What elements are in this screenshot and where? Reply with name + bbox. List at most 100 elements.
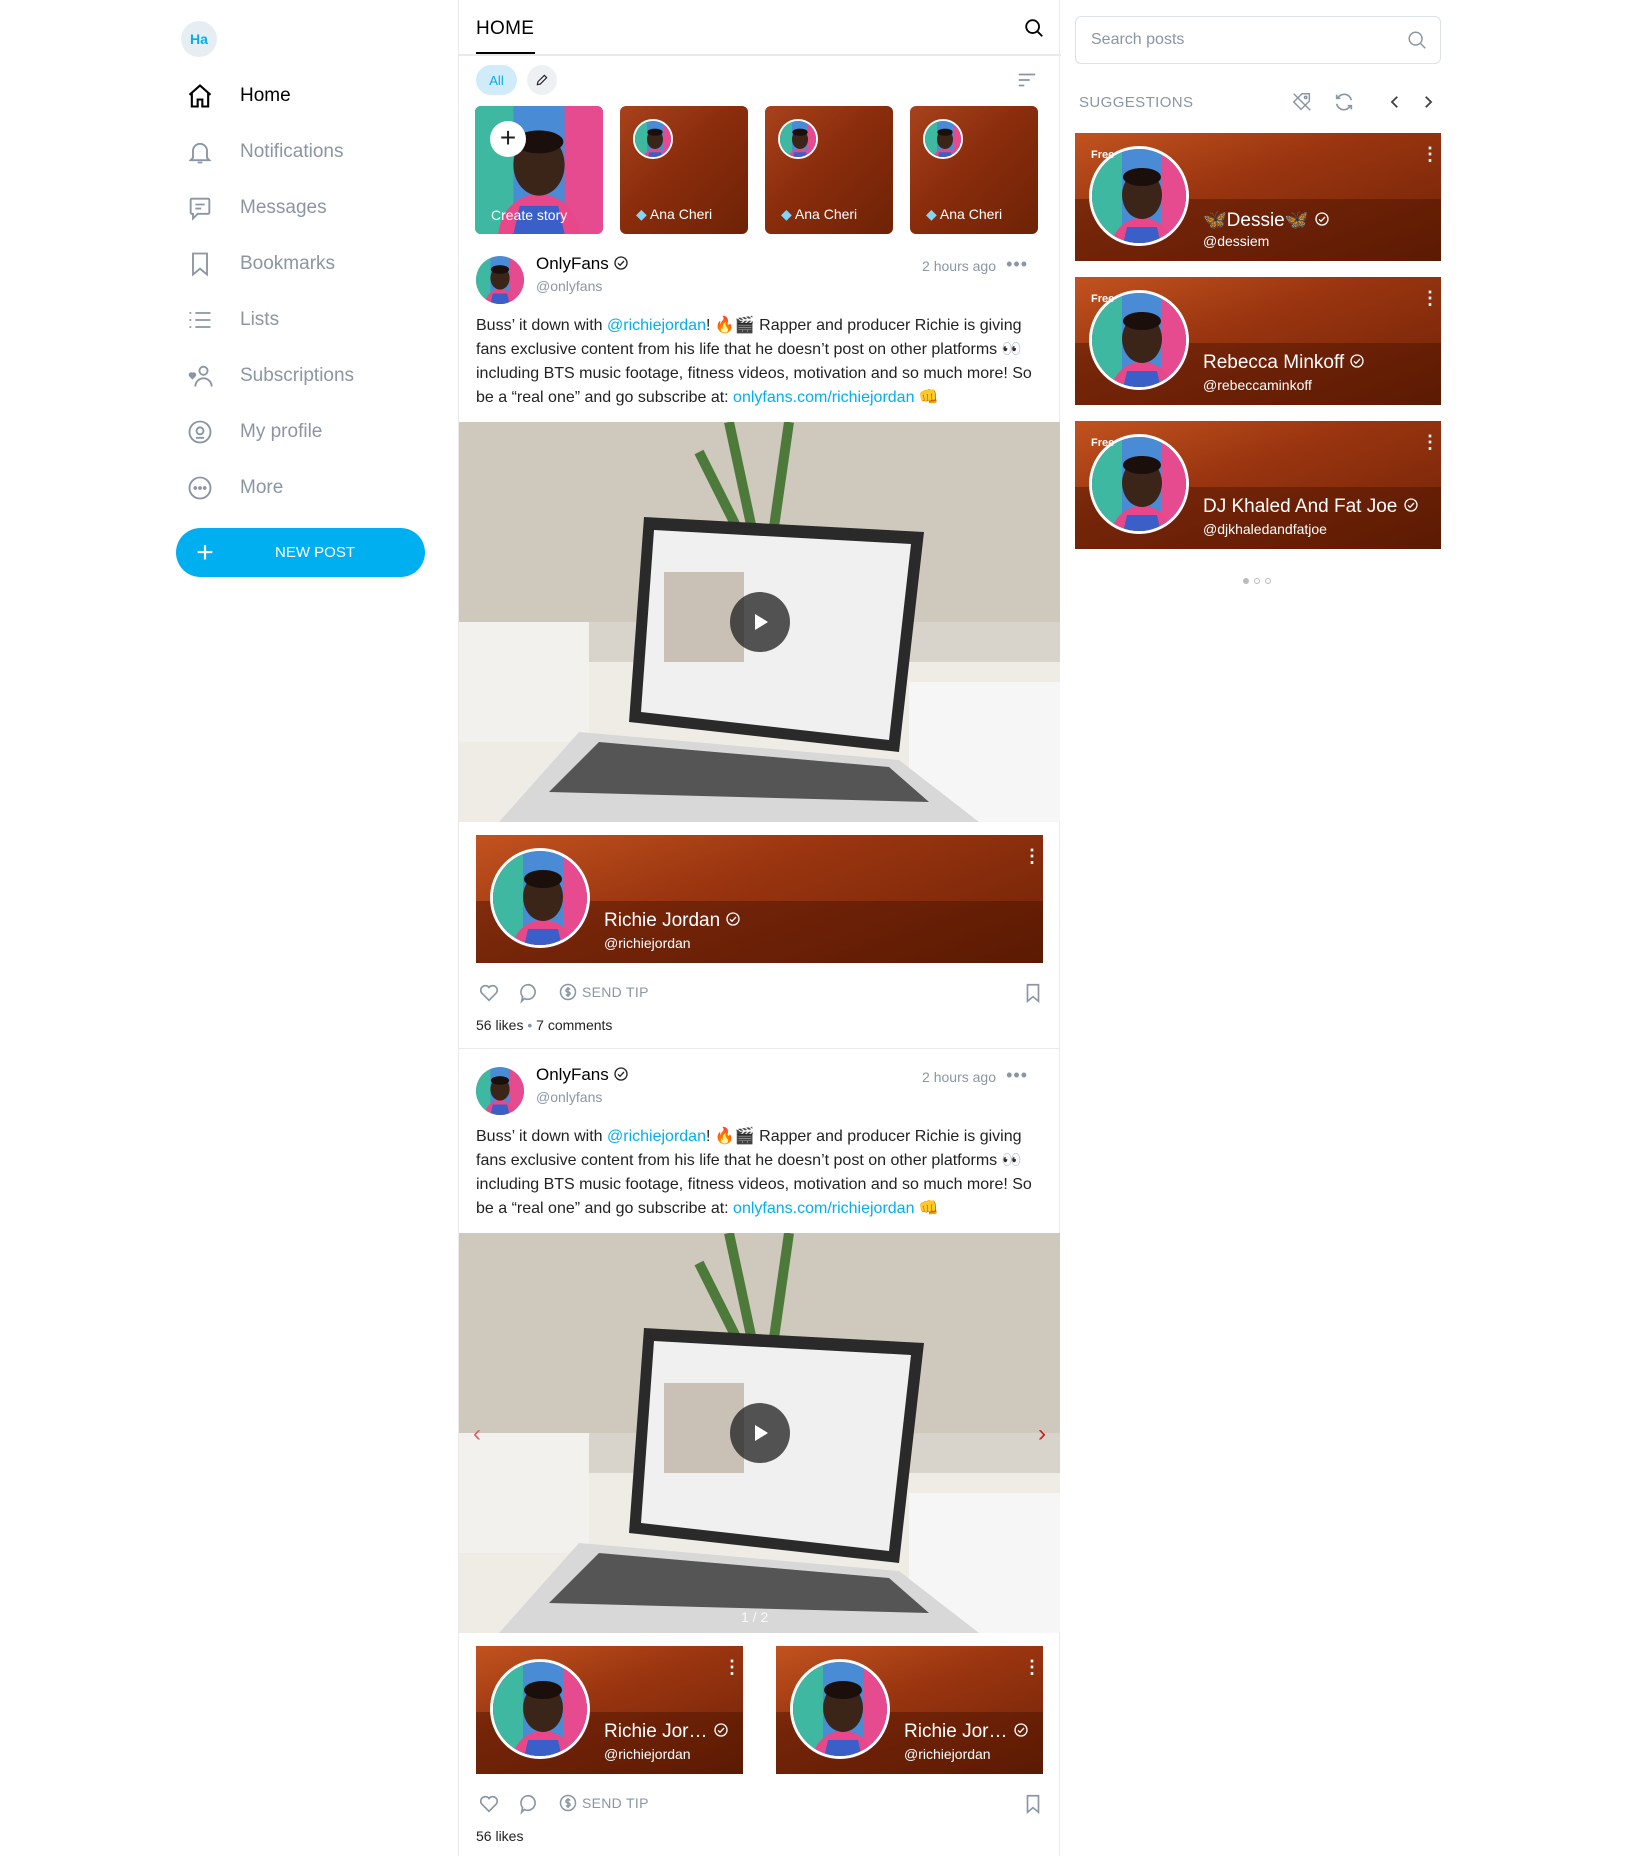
- comment-icon[interactable]: [516, 980, 542, 1006]
- post-menu-icon[interactable]: •••: [1006, 254, 1028, 275]
- card-avatar: [1089, 434, 1189, 534]
- nav-bookmarks[interactable]: Bookmarks: [186, 244, 335, 284]
- dollar-icon: [559, 983, 577, 1001]
- create-story-card[interactable]: + Create story: [475, 106, 603, 234]
- suggestion-card[interactable]: Free Rebecca Minkoff @rebeccaminkoff ⋮: [1075, 277, 1441, 405]
- card-avatar: [490, 1659, 590, 1759]
- story-card[interactable]: ◆ Ana Cheri: [620, 106, 748, 234]
- nav-label: My profile: [240, 421, 323, 442]
- story-label-wrap: ◆ Ana Cheri: [636, 206, 712, 223]
- nav-notifications[interactable]: Notifications: [186, 132, 344, 172]
- nav-more[interactable]: More: [186, 468, 283, 508]
- like-icon[interactable]: [476, 980, 502, 1006]
- post-actions: SEND TIP: [476, 980, 1046, 1010]
- list-icon: [186, 306, 214, 334]
- edit-filter-button[interactable]: [527, 65, 557, 95]
- card-name-text: Richie Jordan: [604, 910, 721, 931]
- refresh-icon[interactable]: [1332, 90, 1356, 114]
- nav-home[interactable]: Home: [186, 76, 291, 116]
- card-menu-icon[interactable]: ⋮: [1023, 1658, 1041, 1676]
- profile-card[interactable]: Richie Jordan @richiejordan ⋮: [476, 835, 1043, 963]
- post-media[interactable]: [459, 422, 1060, 822]
- author-name-text: OnlyFans: [536, 1065, 609, 1084]
- nav-subscriptions[interactable]: Subscriptions: [186, 356, 354, 396]
- post-author-handle[interactable]: @onlyfans: [536, 278, 602, 294]
- page-dot[interactable]: [1243, 578, 1249, 584]
- sort-icon[interactable]: [1016, 69, 1038, 96]
- play-icon[interactable]: [730, 1403, 790, 1463]
- nav-lists[interactable]: Lists: [186, 300, 279, 340]
- comments-count[interactable]: 7 comments: [536, 1017, 612, 1033]
- card-menu-icon[interactable]: ⋮: [1421, 289, 1439, 307]
- page-dot[interactable]: [1265, 578, 1271, 584]
- chevron-left-icon[interactable]: [1383, 90, 1407, 114]
- page-dot[interactable]: [1254, 578, 1260, 584]
- search-input[interactable]: [1091, 17, 1391, 63]
- profile-card[interactable]: Richie Jor… @richiejordan ⋮: [776, 1646, 1043, 1774]
- nav-label: Lists: [240, 309, 280, 330]
- user-avatar[interactable]: Ha: [181, 21, 217, 57]
- card-handle: @dessiem: [1203, 233, 1270, 249]
- chevron-right-icon[interactable]: [1416, 90, 1440, 114]
- post-author-avatar[interactable]: [476, 1067, 524, 1115]
- nav-label: Subscriptions: [240, 365, 355, 386]
- free-badge: Free: [1091, 437, 1115, 449]
- mention-link[interactable]: @richiejordan: [607, 317, 706, 334]
- diamond-icon: ◆: [926, 206, 937, 222]
- pagination-dots: [1243, 578, 1271, 584]
- suggestion-card[interactable]: Free DJ Khaled And Fat Joe @djkhaledandf…: [1075, 421, 1441, 549]
- verified-icon: [613, 255, 629, 271]
- nav-my-profile[interactable]: My profile: [186, 412, 322, 452]
- card-menu-icon[interactable]: ⋮: [723, 1658, 741, 1676]
- post-author-handle[interactable]: @onlyfans: [536, 1089, 602, 1105]
- story-card[interactable]: ◆ Ana Cheri: [910, 106, 1038, 234]
- send-tip-button[interactable]: SEND TIP: [558, 1793, 649, 1813]
- post-time[interactable]: 2 hours ago: [922, 1069, 996, 1085]
- hide-paid-icon[interactable]: [1290, 90, 1314, 114]
- dollar-icon: [559, 1794, 577, 1812]
- post-menu-icon[interactable]: •••: [1006, 1065, 1028, 1086]
- bookmark-post-icon[interactable]: [1020, 980, 1046, 1006]
- post-stats: 56 likes • 7 comments: [476, 1017, 612, 1033]
- story-label-wrap: ◆ Ana Cheri: [926, 206, 1002, 223]
- right-sidebar: SUGGESTIONS Free 🦋Dessie🦋 @dessiem ⋮ Fre…: [1060, 0, 1460, 1856]
- post-author-avatar[interactable]: [476, 256, 524, 304]
- home-icon: [186, 82, 214, 110]
- carousel-next-icon[interactable]: ›: [1038, 1420, 1046, 1448]
- filter-all-chip[interactable]: All: [476, 65, 517, 95]
- card-handle: @richiejordan: [904, 1746, 991, 1762]
- card-menu-icon[interactable]: ⋮: [1421, 433, 1439, 451]
- free-badge: Free: [1091, 149, 1115, 161]
- post-author-name[interactable]: OnlyFans: [536, 254, 629, 274]
- text-part: 👊: [914, 1200, 939, 1217]
- suggestion-card[interactable]: Free 🦋Dessie🦋 @dessiem ⋮: [1075, 133, 1441, 261]
- search-icon[interactable]: [1406, 29, 1428, 56]
- card-avatar: [1089, 146, 1189, 246]
- profile-card[interactable]: Richie Jor… @richiejordan ⋮: [476, 1646, 743, 1774]
- story-label: Ana Cheri: [939, 206, 1003, 222]
- bookmark-post-icon[interactable]: [1020, 1791, 1046, 1817]
- search-icon[interactable]: [1023, 17, 1045, 44]
- likes-count[interactable]: 56 likes: [476, 1828, 523, 1844]
- new-post-button[interactable]: + NEW POST: [176, 528, 425, 577]
- card-name: Rebecca Minkoff: [1203, 352, 1365, 374]
- mention-link[interactable]: @richiejordan: [607, 1128, 706, 1145]
- nav-label: Home: [240, 85, 291, 106]
- send-tip-button[interactable]: SEND TIP: [558, 982, 649, 1002]
- post-author-name[interactable]: OnlyFans: [536, 1065, 629, 1085]
- card-menu-icon[interactable]: ⋮: [1023, 847, 1041, 865]
- card-menu-icon[interactable]: ⋮: [1421, 145, 1439, 163]
- play-icon[interactable]: [730, 592, 790, 652]
- like-icon[interactable]: [476, 1791, 502, 1817]
- comment-icon[interactable]: [516, 1791, 542, 1817]
- story-card[interactable]: ◆ Ana Cheri: [765, 106, 893, 234]
- subscribe-link[interactable]: onlyfans.com/richiejordan: [733, 389, 914, 406]
- likes-count[interactable]: 56 likes: [476, 1017, 523, 1033]
- nav-messages[interactable]: Messages: [186, 188, 327, 228]
- carousel-prev-icon[interactable]: ‹: [473, 1420, 481, 1448]
- post-media-carousel[interactable]: ‹ › 1 / 2: [459, 1233, 1060, 1633]
- card-name-text: Richie Jor…: [604, 1721, 708, 1742]
- subscribe-link[interactable]: onlyfans.com/richiejordan: [733, 1200, 914, 1217]
- text-part: Buss’ it down with: [476, 1128, 608, 1145]
- post-time[interactable]: 2 hours ago: [922, 258, 996, 274]
